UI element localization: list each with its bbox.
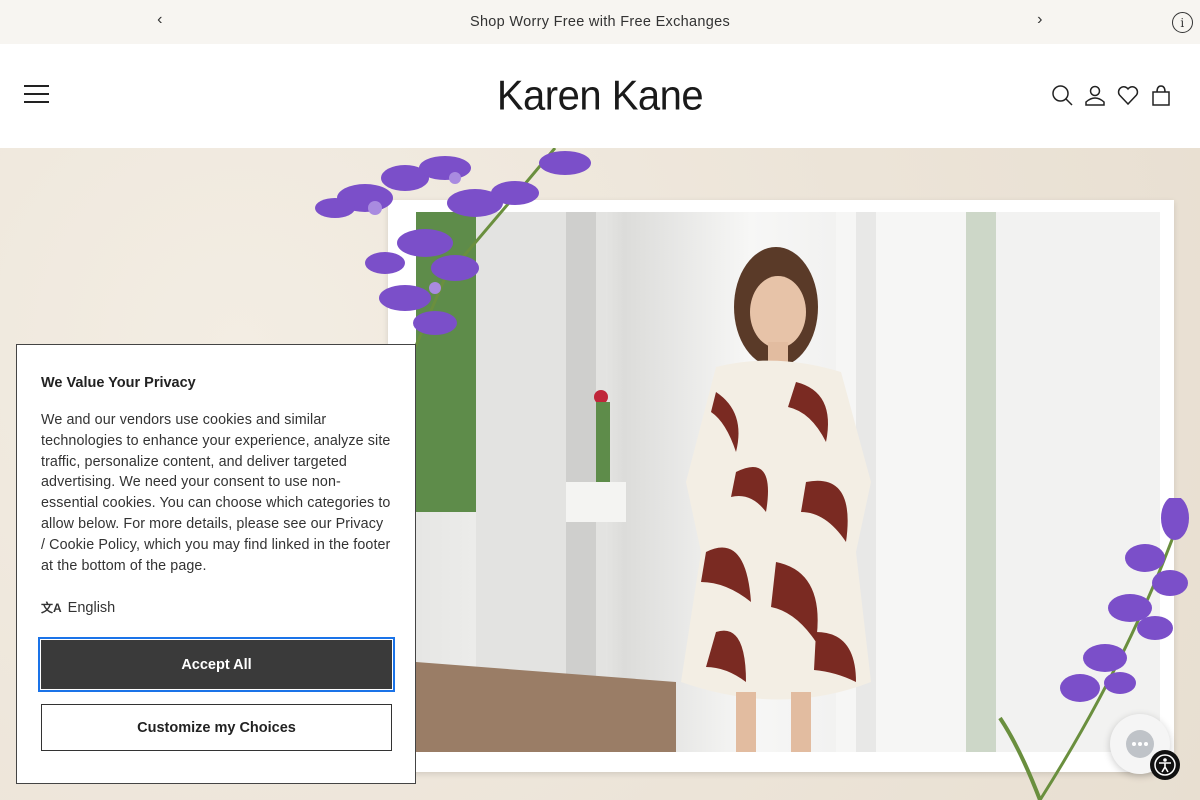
cookie-title: We Value Your Privacy: [41, 375, 196, 391]
translate-icon: 文A: [41, 601, 62, 616]
chat-icon: [1126, 730, 1154, 758]
menu-icon[interactable]: [24, 85, 49, 103]
accept-all-button[interactable]: Accept All: [38, 637, 395, 692]
account-icon[interactable]: [1084, 84, 1106, 106]
announcement-bar: ‹ Shop Worry Free with Free Exchanges › …: [0, 0, 1200, 44]
bag-icon[interactable]: [1150, 84, 1172, 106]
announcement-text[interactable]: Shop Worry Free with Free Exchanges: [470, 14, 730, 30]
accessibility-button[interactable]: [1150, 750, 1180, 780]
logo[interactable]: Karen Kane: [497, 72, 704, 119]
accessibility-icon: [1154, 754, 1176, 776]
cookie-consent-dialog: We Value Your Privacy We and our vendors…: [16, 344, 416, 784]
language-selector[interactable]: 文A English: [41, 599, 391, 616]
search-icon[interactable]: [1051, 84, 1073, 106]
site-header: Karen Kane: [0, 44, 1200, 148]
announcement-next-button[interactable]: ›: [1030, 11, 1050, 29]
header-icons: [1051, 84, 1172, 106]
lavender-decoration-top: [315, 148, 591, 349]
language-label: English: [67, 599, 116, 616]
customize-choices-button[interactable]: Customize my Choices: [41, 704, 392, 751]
announcement-prev-button[interactable]: ‹: [150, 11, 170, 29]
cookie-body: We and our vendors use cookies and simil…: [41, 412, 391, 574]
wishlist-icon[interactable]: [1117, 84, 1139, 106]
info-icon[interactable]: i: [1172, 12, 1193, 33]
